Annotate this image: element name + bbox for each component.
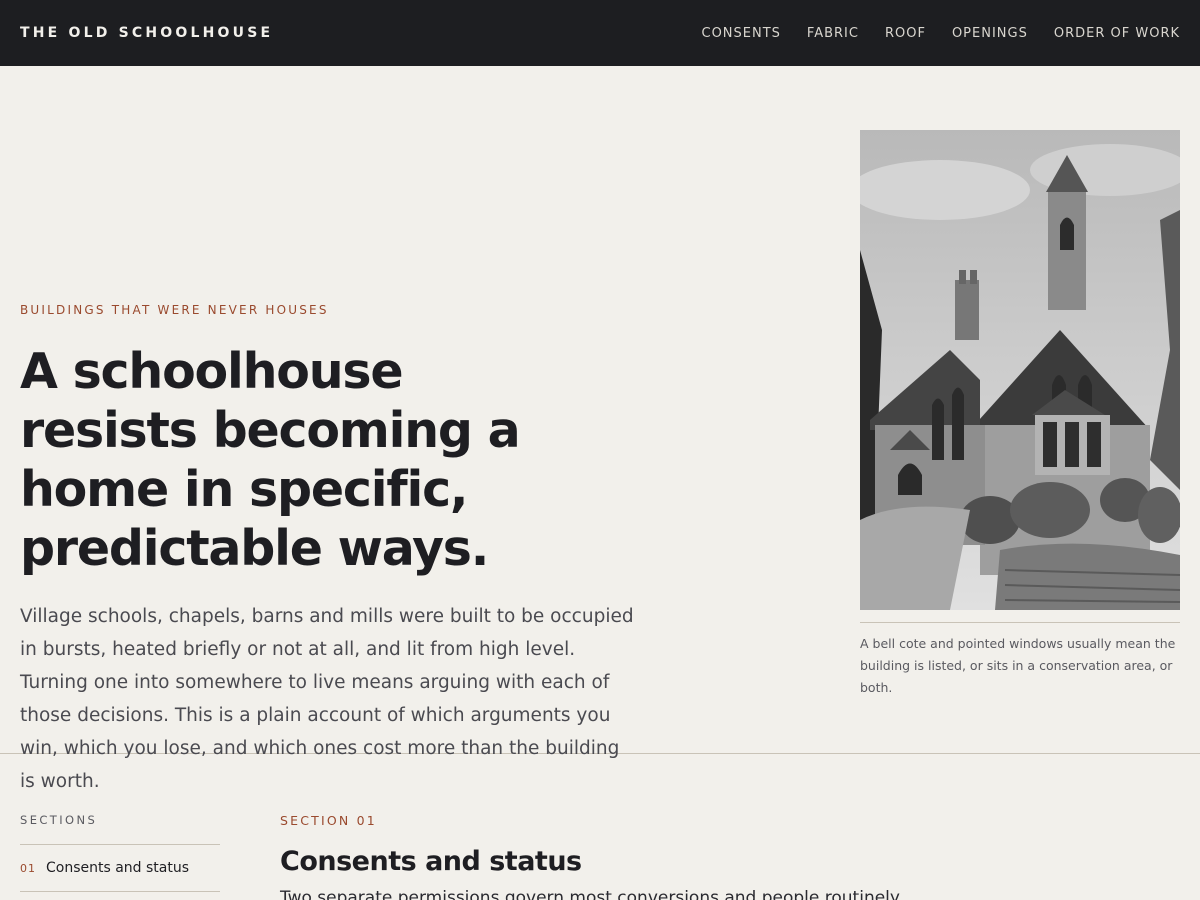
- photo-caption: A bell cote and pointed windows usually …: [860, 622, 1180, 699]
- content-section: SECTIONS 01 Consents and status SECTION …: [0, 754, 1200, 900]
- nav-openings[interactable]: OPENINGS: [952, 26, 1028, 41]
- hero-figure: A bell cote and pointed windows usually …: [860, 130, 1180, 699]
- nav-consents[interactable]: CONSENTS: [702, 26, 781, 41]
- hero-section: BUILDINGS THAT WERE NEVER HOUSES A schoo…: [0, 66, 1200, 792]
- main-nav: CONSENTS FABRIC ROOF OPENINGS ORDER OF W…: [702, 26, 1181, 41]
- section-number: 01: [20, 861, 36, 875]
- sections-label: SECTIONS: [20, 813, 98, 827]
- sections-list: 01 Consents and status: [20, 844, 220, 892]
- hero-eyebrow: BUILDINGS THAT WERE NEVER HOUSES: [20, 303, 329, 317]
- hero-headline: A schoolhouse resists becoming a home in…: [20, 343, 521, 577]
- schoolhouse-photo: [860, 130, 1180, 610]
- site-header: THE OLD SCHOOLHOUSE CONSENTS FABRIC ROOF…: [0, 0, 1200, 66]
- section-title: Consents and status: [280, 846, 582, 877]
- section-eyebrow: SECTION 01: [280, 813, 377, 828]
- section-body: Two separate permissions govern most con…: [280, 888, 900, 900]
- nav-roof[interactable]: ROOF: [885, 26, 926, 41]
- nav-fabric[interactable]: FABRIC: [807, 26, 859, 41]
- sections-item-consents[interactable]: 01 Consents and status: [20, 845, 220, 892]
- site-brand[interactable]: THE OLD SCHOOLHOUSE: [20, 25, 273, 41]
- section-link-label: Consents and status: [46, 860, 190, 876]
- nav-order-of-work[interactable]: ORDER OF WORK: [1054, 26, 1180, 41]
